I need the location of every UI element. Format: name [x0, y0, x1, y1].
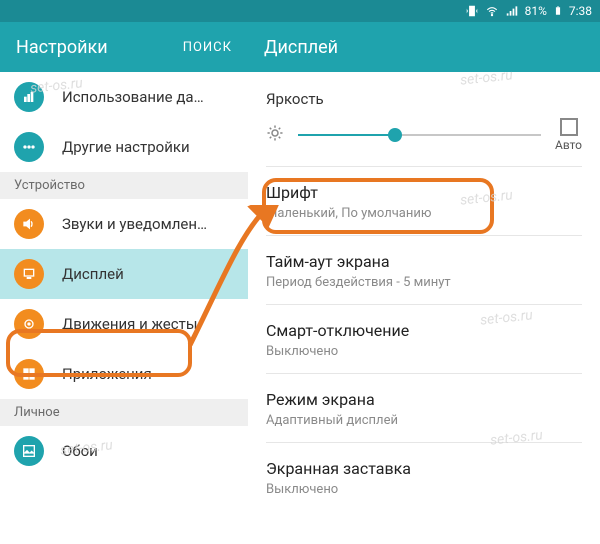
- sidebar-item-label: Другие настройки: [62, 138, 190, 156]
- clock: 7:38: [569, 4, 592, 18]
- row-title: Смарт-отключение: [266, 321, 582, 340]
- row-screensaver[interactable]: Экранная заставка Выключено: [266, 443, 582, 511]
- sidebar-item-label: Обои: [62, 442, 98, 460]
- category-device: Устройство: [0, 172, 248, 199]
- display-icon: [14, 259, 44, 289]
- search-button[interactable]: ПОИСК: [183, 40, 232, 55]
- sidebar-item-label: Движения и жесты: [62, 315, 197, 333]
- row-sub: Адаптивный дисплей: [266, 413, 582, 428]
- motion-icon: [14, 309, 44, 339]
- sidebar-item-data-usage[interactable]: Использование да…: [0, 72, 248, 122]
- sidebar-item-more[interactable]: Другие настройки: [0, 122, 248, 172]
- sidebar-item-display[interactable]: Дисплей: [0, 249, 248, 299]
- row-title: Режим экрана: [266, 390, 582, 409]
- battery-percent: 81%: [525, 4, 547, 18]
- row-sub: Маленький, По умолчанию: [266, 206, 582, 221]
- settings-list: Использование да… Другие настройки Устро…: [0, 72, 248, 544]
- sidebar-item-sounds[interactable]: Звуки и уведомлен…: [0, 199, 248, 249]
- dots-icon: [14, 132, 44, 162]
- row-font[interactable]: Шрифт Маленький, По умолчанию: [266, 167, 582, 236]
- row-title: Шрифт: [266, 183, 582, 202]
- row-sub: Выключено: [266, 344, 582, 359]
- brightness-label: Яркость: [266, 90, 582, 108]
- row-screen-mode[interactable]: Режим экрана Адаптивный дисплей: [266, 374, 582, 443]
- signal-icon: [505, 4, 519, 18]
- settings-title: Настройки: [16, 37, 108, 58]
- sidebar-item-apps[interactable]: Приложения: [0, 349, 248, 399]
- row-smart-stay[interactable]: Смарт-отключение Выключено: [266, 305, 582, 374]
- sun-icon: [266, 124, 284, 146]
- display-title: Дисплей: [264, 37, 338, 58]
- auto-brightness-checkbox[interactable]: [560, 118, 578, 136]
- row-title: Тайм-аут экрана: [266, 252, 582, 271]
- brightness-slider[interactable]: [298, 125, 541, 145]
- sidebar-item-label: Дисплей: [62, 265, 124, 283]
- row-title: Экранная заставка: [266, 459, 582, 478]
- display-header: Дисплей: [248, 22, 600, 72]
- row-sub: Период бездействия - 5 минут: [266, 275, 582, 290]
- wifi-icon: [485, 4, 499, 18]
- speaker-icon: [14, 209, 44, 239]
- sidebar-item-motion[interactable]: Движения и жесты: [0, 299, 248, 349]
- category-personal: Личное: [0, 399, 248, 426]
- vibrate-icon: [465, 4, 479, 18]
- sidebar-item-label: Приложения: [62, 365, 152, 383]
- row-timeout[interactable]: Тайм-аут экрана Период бездействия - 5 м…: [266, 236, 582, 305]
- auto-label: Авто: [555, 138, 582, 152]
- sidebar-item-wallpaper[interactable]: Обои: [0, 426, 248, 476]
- image-icon: [14, 436, 44, 466]
- bars-icon: [14, 82, 44, 112]
- status-bar: 81% 7:38: [0, 0, 600, 22]
- apps-icon: [14, 359, 44, 389]
- row-sub: Выключено: [266, 482, 582, 497]
- sidebar-item-label: Использование да…: [62, 88, 204, 106]
- battery-icon: [553, 4, 563, 18]
- sidebar-item-label: Звуки и уведомлен…: [62, 215, 207, 233]
- settings-header: Настройки ПОИСК: [0, 22, 248, 72]
- brightness-row: Яркость Авто: [266, 72, 582, 167]
